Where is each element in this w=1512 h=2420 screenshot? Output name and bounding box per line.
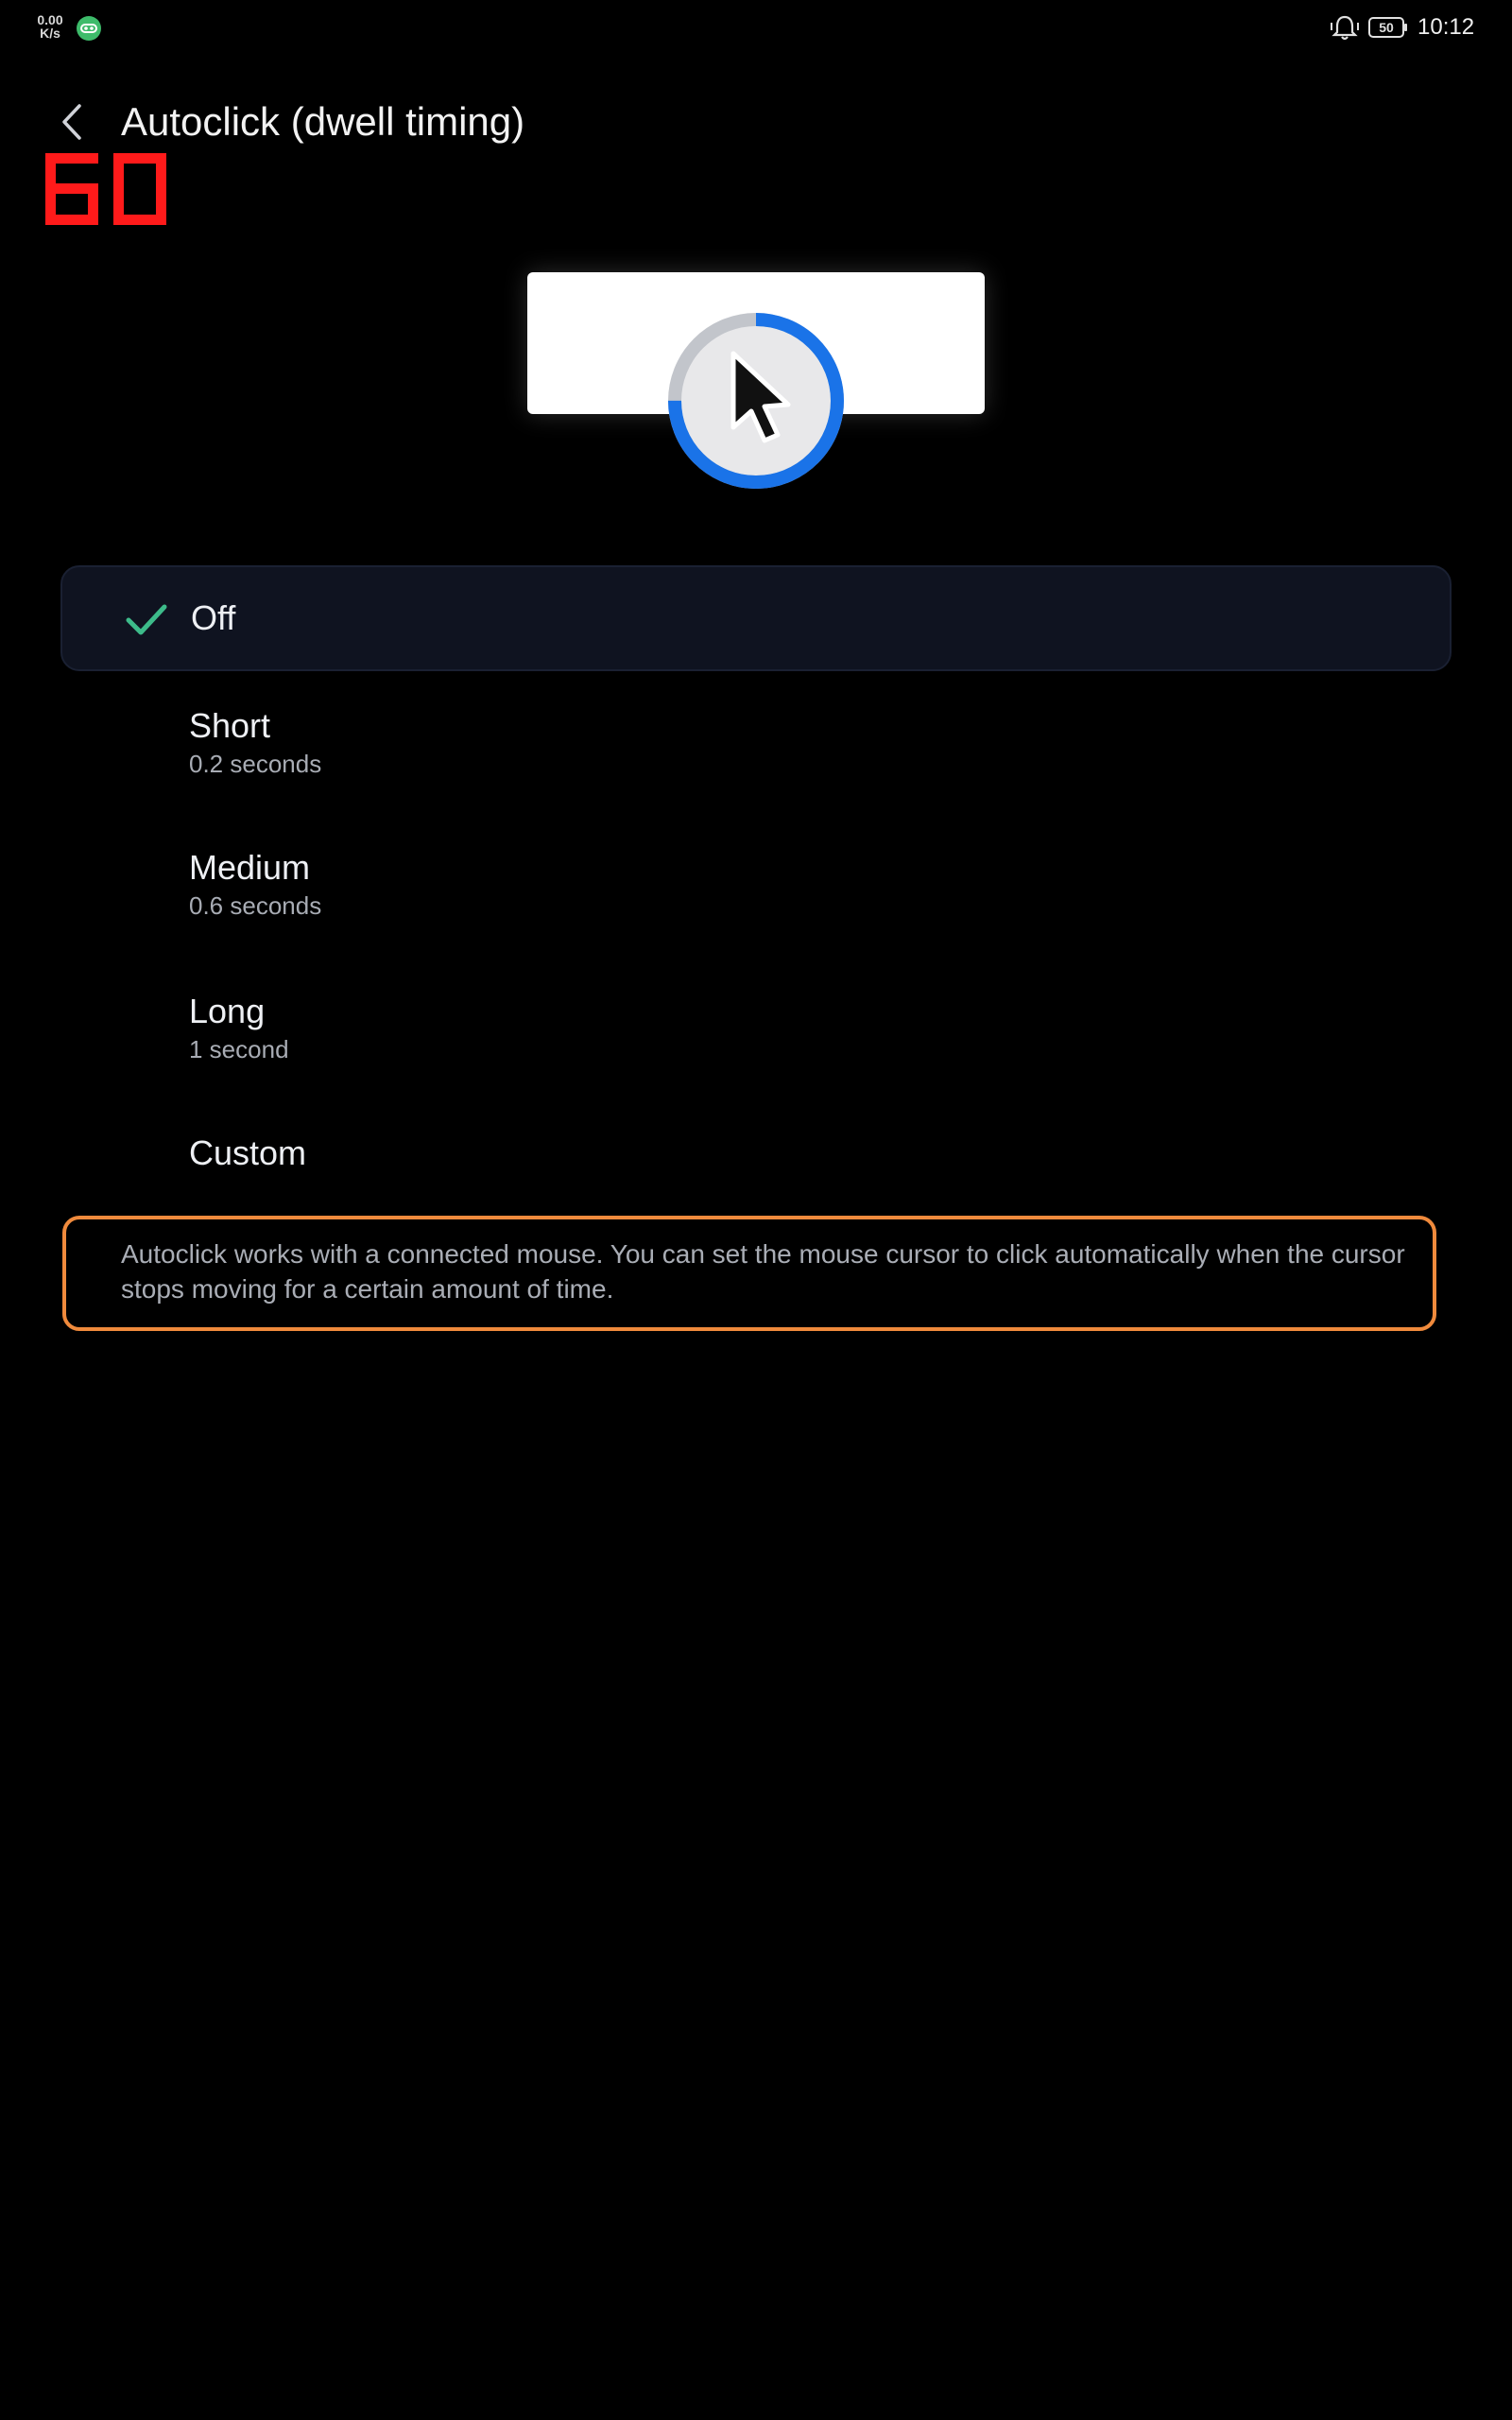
dwell-timing-options: Off Short 0.2 seconds Medium 0.6 seconds… — [60, 565, 1452, 1214]
fps-counter: 60 — [45, 153, 166, 225]
network-speed-value: 0.00 — [37, 12, 63, 27]
option-medium-sub: 0.6 seconds — [189, 891, 322, 920]
option-medium-label: Medium — [189, 848, 311, 887]
option-short[interactable]: Short 0.2 seconds — [60, 671, 1452, 813]
vibrate-bell-icon — [1331, 15, 1359, 41]
option-off-label: Off — [191, 598, 236, 637]
autoclick-info-text: Autoclick works with a connected mouse. … — [121, 1239, 1405, 1304]
network-speed-unit: K/s — [40, 26, 60, 41]
option-medium[interactable]: Medium 0.6 seconds — [60, 813, 1452, 955]
check-icon — [126, 604, 167, 635]
option-custom-label: Custom — [189, 1133, 307, 1172]
option-short-label: Short — [189, 706, 271, 745]
option-off[interactable]: Off — [60, 565, 1452, 671]
option-short-sub: 0.2 seconds — [189, 750, 322, 778]
dwell-illustration — [501, 255, 1011, 510]
battery-level: 50 — [1379, 20, 1394, 35]
network-speed: 0.00 K/s — [34, 13, 66, 40]
status-clock: 10:12 — [1418, 14, 1475, 40]
status-bar: 0.00 K/s 50 10:12 — [0, 0, 1512, 57]
option-long-sub: 1 second — [189, 1035, 289, 1063]
option-custom[interactable]: Custom — [60, 1097, 1452, 1214]
option-long[interactable]: Long 1 second — [60, 955, 1452, 1097]
page-title: Autoclick (dwell timing) — [121, 99, 525, 144]
back-arrow-icon[interactable] — [53, 98, 91, 146]
option-long-label: Long — [189, 992, 266, 1030]
vpn-icon — [77, 16, 101, 41]
autoclick-info-box: Autoclick works with a connected mouse. … — [62, 1216, 1436, 1331]
dwell-progress-ring — [668, 313, 844, 489]
